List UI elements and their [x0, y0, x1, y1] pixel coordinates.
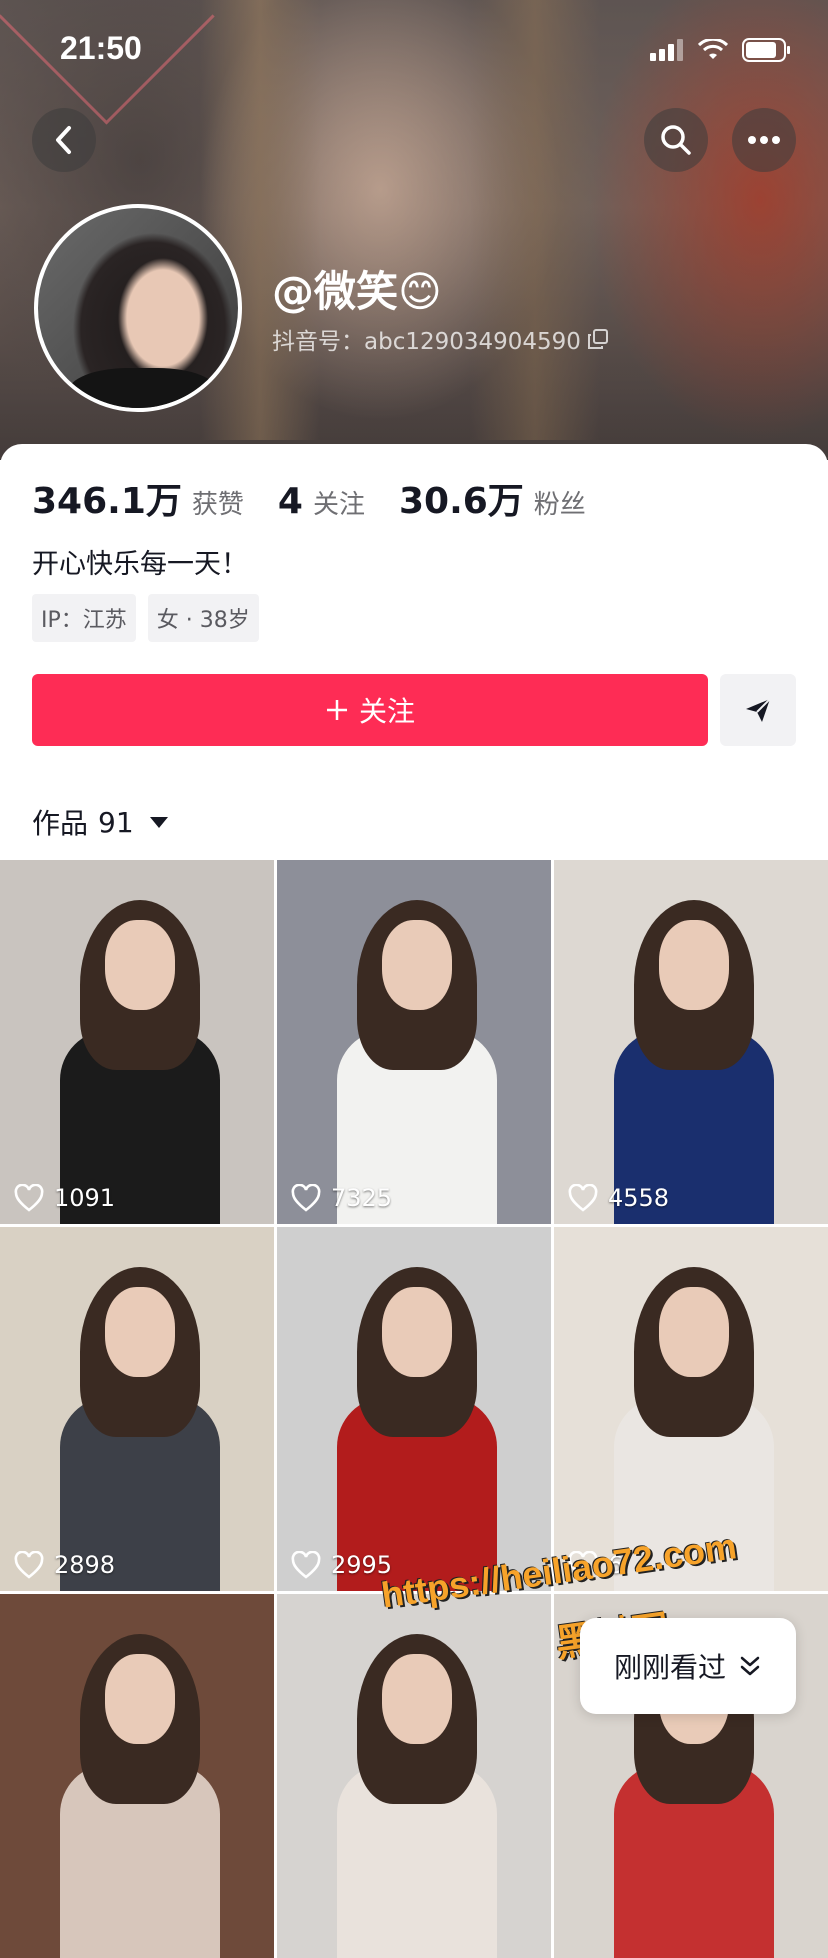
video-likes: 2898: [14, 1551, 115, 1579]
search-button[interactable]: [644, 108, 708, 172]
status-icons: [650, 38, 792, 62]
video-tile[interactable]: [0, 1594, 274, 1958]
recent-label: 刚刚看过: [613, 1651, 726, 1684]
likes-count: 4558: [608, 1184, 670, 1212]
likes-count: 7325: [331, 1184, 393, 1212]
video-likes: 1091: [14, 1184, 115, 1212]
video-thumbnail: [337, 900, 497, 1224]
stat-followers[interactable]: 30.6万 粉丝: [399, 472, 586, 524]
profile-tags: IP：江苏 女 · 38岁: [32, 594, 259, 642]
caret-down-icon: [149, 816, 168, 828]
avatar-decor: [68, 368, 218, 408]
more-button[interactable]: [732, 108, 796, 172]
status-time: 21:50: [60, 30, 142, 66]
profile-name: @微笑😊: [272, 267, 442, 316]
video-tile[interactable]: 1091: [0, 860, 274, 1224]
signal-icon: [650, 39, 683, 61]
likes-count: 2898: [54, 1551, 116, 1579]
chevron-double-down-icon: [740, 1656, 760, 1676]
douyin-id-text: 抖音号：abc129034904590: [272, 329, 581, 355]
video-thumbnail: [60, 1634, 220, 1958]
status-bar: 21:50: [0, 0, 828, 100]
video-tile[interactable]: [277, 1594, 551, 1958]
tag-ip: IP：江苏: [32, 594, 136, 642]
copy-icon: [587, 329, 608, 349]
plus-icon: [326, 700, 347, 720]
video-thumbnail: [337, 1267, 497, 1591]
works-count: 91: [98, 805, 134, 839]
video-thumbnail: [60, 900, 220, 1224]
video-tile[interactable]: 4558: [554, 860, 828, 1224]
video-tile[interactable]: 2898: [0, 1227, 274, 1591]
douyin-id[interactable]: 抖音号：abc129034904590: [272, 322, 609, 356]
stat-label: 获赞: [191, 490, 244, 520]
stat-value: 30.6万: [398, 481, 524, 522]
heart-icon: [291, 1551, 321, 1579]
video-tile[interactable]: 2995: [277, 1227, 551, 1591]
heart-icon: [14, 1551, 44, 1579]
video-likes: 4558: [568, 1184, 669, 1212]
heart-icon: [291, 1184, 321, 1212]
heart-icon: [14, 1184, 44, 1212]
profile-bio: 开心快乐每一天！: [32, 549, 248, 580]
stat-value: 346.1万: [32, 481, 182, 522]
heart-icon: [568, 1184, 598, 1212]
recently-viewed-button[interactable]: 刚刚看过: [580, 1618, 796, 1714]
video-thumbnail: [614, 900, 774, 1224]
tag-gender-age: 女 · 38岁: [147, 594, 259, 642]
stat-value: 4: [277, 481, 303, 522]
battery-icon: [742, 38, 790, 62]
send-icon: [746, 698, 771, 722]
wifi-icon: [698, 39, 728, 59]
video-tile[interactable]: 7325: [277, 860, 551, 1224]
video-thumbnail: [60, 1267, 220, 1591]
stat-label: 粉丝: [533, 490, 586, 520]
video-thumbnail: [337, 1634, 497, 1958]
avatar[interactable]: [34, 204, 242, 412]
back-button[interactable]: [32, 108, 96, 172]
works-label: 作品: [32, 807, 89, 840]
chevron-left-icon: [56, 126, 71, 154]
video-likes: 7325: [291, 1184, 392, 1212]
search-icon: [661, 125, 691, 155]
stats-row: 346.1万 获赞 4 关注 30.6万 粉丝: [32, 472, 586, 524]
follow-button[interactable]: 关注: [32, 674, 708, 746]
stat-likes: 346.1万 获赞: [32, 472, 244, 524]
share-button[interactable]: [720, 674, 796, 746]
video-likes: 2995: [291, 1551, 392, 1579]
more-icon: [748, 136, 780, 144]
works-tab[interactable]: 作品 91: [32, 802, 168, 842]
likes-count: 1091: [54, 1184, 116, 1212]
follow-label: 关注: [358, 695, 415, 728]
stat-label: 关注: [312, 490, 365, 520]
stat-following[interactable]: 4 关注: [278, 481, 365, 522]
